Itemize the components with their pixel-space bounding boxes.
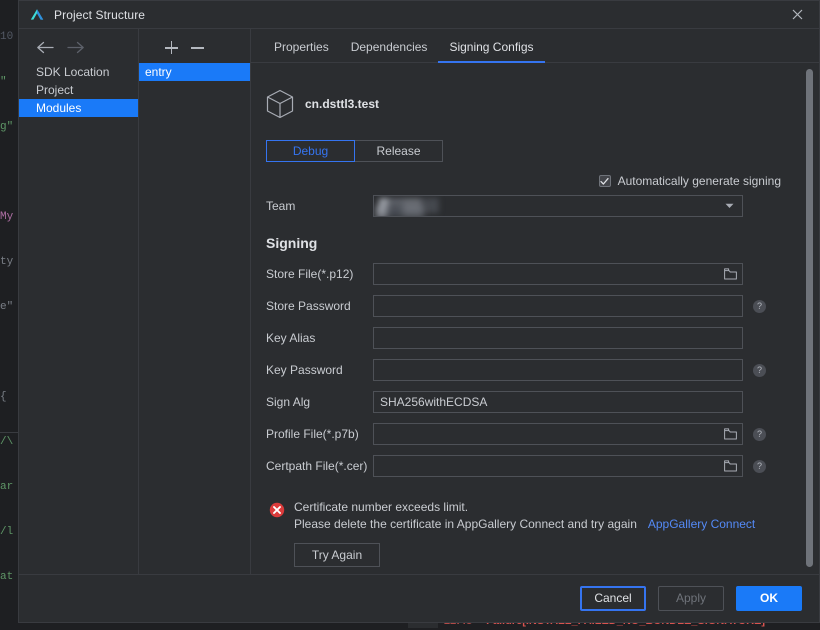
signing-error-block: Certificate number exceeds limit. Please…: [263, 482, 819, 567]
navigation-history-controls: [19, 41, 138, 63]
build-type-release-button[interactable]: Release: [354, 140, 443, 162]
team-dropdown[interactable]: [373, 195, 743, 217]
store-password-label: Store Password: [266, 299, 351, 313]
plus-icon[interactable]: [165, 41, 178, 54]
modules-pane: entry: [139, 29, 251, 574]
detail-tabs: Properties Dependencies Signing Configs: [251, 29, 819, 63]
module-list-item-entry[interactable]: entry: [139, 63, 250, 81]
navigation-pane: SDK Location Project Modules: [19, 29, 139, 574]
key-password-help-icon[interactable]: ?: [753, 363, 766, 377]
close-button[interactable]: [775, 1, 819, 28]
key-alias-row: Key Alias: [263, 322, 819, 354]
error-circle-icon: [269, 502, 285, 518]
store-file-label: Store File(*.p12): [266, 267, 354, 281]
profile-file-help-icon[interactable]: ?: [753, 427, 766, 441]
team-row: Team: [263, 188, 819, 222]
store-password-row: Store Password ?: [263, 290, 819, 322]
key-alias-label: Key Alias: [266, 331, 316, 345]
error-title: Certificate number exceeds limit.: [294, 500, 469, 514]
profile-file-input[interactable]: [373, 423, 743, 445]
error-text-column: Certificate number exceeds limit. Please…: [294, 499, 755, 567]
sign-alg-field-wrap: [373, 391, 743, 413]
close-icon: [792, 9, 802, 20]
detail-scrollbar-thumb[interactable]: [806, 69, 813, 567]
sidebar-item-sdk-location[interactable]: SDK Location: [19, 63, 138, 81]
store-file-field-wrap: [373, 263, 743, 285]
profile-file-field-wrap: [373, 423, 743, 445]
certpath-file-label: Certpath File(*.cer): [266, 459, 368, 473]
build-type-debug-button[interactable]: Debug: [266, 140, 355, 162]
key-password-input[interactable]: [373, 359, 743, 381]
project-structure-dialog: Project Structure SDK Location Project M…: [18, 0, 820, 623]
error-detail: Please delete the certificate in AppGall…: [294, 517, 637, 531]
certpath-file-help-icon[interactable]: ?: [753, 459, 766, 473]
sign-alg-label: Sign Alg: [266, 395, 311, 409]
store-file-row: Store File(*.p12): [263, 258, 819, 290]
certpath-file-field-wrap: [373, 455, 743, 477]
key-alias-field-wrap: [373, 327, 743, 349]
certpath-file-row: Certpath File(*.cer) ?: [263, 450, 819, 482]
signing-configs-panel: cn.dsttl3.test Debug Release Automatical…: [251, 63, 819, 574]
modules-toolbar: [139, 41, 250, 63]
store-file-help-spacer: [753, 268, 766, 281]
build-type-selector: Debug Release: [266, 140, 819, 162]
dialog-titlebar: Project Structure: [19, 1, 819, 28]
dialog-footer: Cancel Apply OK: [19, 574, 819, 622]
auto-generate-signing-checkbox[interactable]: [598, 175, 611, 187]
team-value-redacted-2: [376, 205, 424, 216]
chevron-down-icon: [725, 203, 734, 208]
sign-alg-help-spacer: [753, 396, 766, 409]
store-password-input[interactable]: [373, 295, 743, 317]
arrow-left-icon[interactable]: [36, 41, 54, 54]
detail-pane: Properties Dependencies Signing Configs …: [251, 29, 819, 574]
tab-properties[interactable]: Properties: [263, 40, 340, 62]
module-header: cn.dsttl3.test: [263, 63, 819, 119]
sign-alg-input[interactable]: [373, 391, 743, 413]
store-password-help-icon[interactable]: ?: [753, 299, 766, 313]
key-password-row: Key Password ?: [263, 354, 819, 386]
apply-button[interactable]: Apply: [658, 586, 724, 611]
profile-file-row: Profile File(*.p7b) ?: [263, 418, 819, 450]
dialog-body: SDK Location Project Modules entry Prope…: [19, 28, 819, 574]
folder-icon[interactable]: [724, 460, 737, 472]
team-label: Team: [266, 199, 296, 213]
signing-section-title: Signing: [266, 235, 318, 251]
devtools-logo-icon: [30, 8, 44, 20]
checkmark-icon: [600, 177, 609, 185]
ok-button[interactable]: OK: [736, 586, 802, 611]
folder-icon[interactable]: [724, 268, 737, 280]
try-again-button[interactable]: Try Again: [294, 543, 380, 567]
module-package-name: cn.dsttl3.test: [305, 97, 380, 111]
arrow-right-icon[interactable]: [67, 41, 85, 54]
appgallery-connect-link[interactable]: AppGallery Connect: [648, 516, 755, 533]
store-password-field-wrap: [373, 295, 743, 317]
error-detail-line: Please delete the certificate in AppGall…: [294, 516, 755, 533]
auto-generate-signing-label: Automatically generate signing: [617, 174, 781, 188]
cancel-button[interactable]: Cancel: [580, 586, 646, 611]
sign-alg-row: Sign Alg: [263, 386, 819, 418]
store-file-input[interactable]: [373, 263, 743, 285]
profile-file-label: Profile File(*.p7b): [266, 427, 359, 441]
cube-module-icon: [266, 89, 294, 119]
key-password-field-wrap: [373, 359, 743, 381]
key-alias-help-spacer: [753, 332, 766, 345]
minus-icon[interactable]: [191, 41, 204, 54]
key-password-label: Key Password: [266, 363, 343, 377]
tab-dependencies[interactable]: Dependencies: [340, 40, 439, 62]
certpath-file-input[interactable]: [373, 455, 743, 477]
auto-generate-signing-row[interactable]: Automatically generate signing: [263, 162, 819, 188]
team-help-spacer: [753, 200, 766, 213]
dialog-title: Project Structure: [54, 7, 146, 22]
tab-signing-configs[interactable]: Signing Configs: [438, 40, 545, 63]
sidebar-item-modules[interactable]: Modules: [19, 99, 138, 117]
sidebar-item-project[interactable]: Project: [19, 81, 138, 99]
folder-icon[interactable]: [724, 428, 737, 440]
key-alias-input[interactable]: [373, 327, 743, 349]
